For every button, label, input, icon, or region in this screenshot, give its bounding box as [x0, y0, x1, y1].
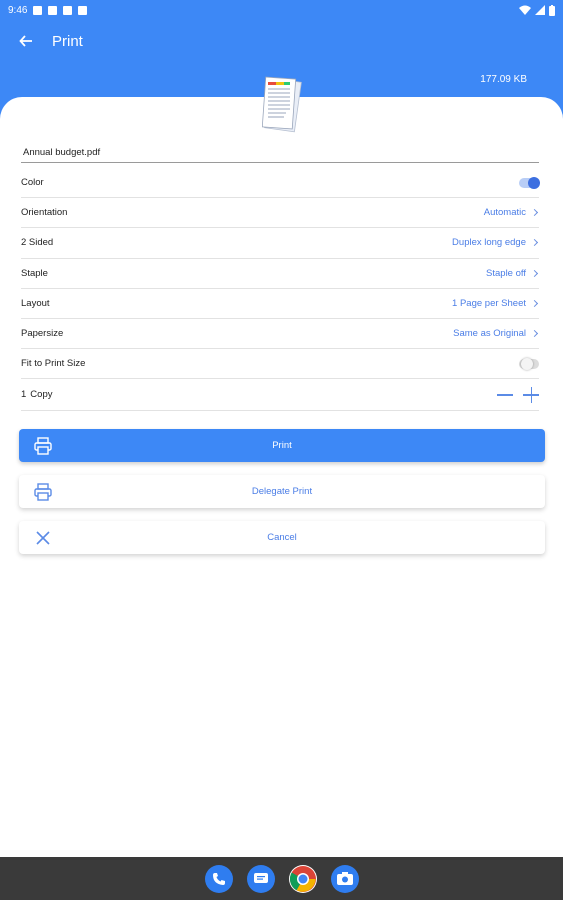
printer-icon: [34, 483, 52, 501]
gmail-icon: [48, 5, 58, 15]
papersize-row[interactable]: Papersize Same as Original: [21, 319, 539, 350]
staple-row[interactable]: Staple Staple off: [21, 259, 539, 289]
messages-icon[interactable]: [246, 864, 275, 893]
chrome-icon[interactable]: [288, 864, 317, 893]
two-sided-row[interactable]: 2 Sided Duplex long edge: [21, 228, 539, 259]
notification-icon: [33, 5, 43, 15]
document-thumbnail: [262, 76, 302, 133]
close-icon: [36, 531, 50, 545]
wifi-icon: [519, 5, 531, 15]
orientation-row[interactable]: Orientation Automatic: [21, 198, 539, 229]
chevron-right-icon: [530, 269, 539, 277]
increment-button[interactable]: [523, 386, 539, 403]
fit-to-print-label: Fit to Print Size: [21, 358, 86, 370]
navigation-bar: [0, 857, 563, 900]
printer-icon: [34, 437, 52, 455]
two-sided-value: Duplex long edge: [452, 237, 526, 249]
chevron-right-icon: [530, 329, 539, 338]
delegate-print-label: Delegate Print: [251, 486, 313, 497]
color-toggle[interactable]: [519, 176, 540, 189]
copy-label: Copy: [30, 389, 53, 401]
file-size: 177.09 KB: [480, 74, 527, 85]
arrow-left-icon: [19, 35, 32, 47]
file-name-field[interactable]: Annual budget.pdf: [21, 147, 539, 163]
toggle-knob: [528, 176, 540, 189]
fit-to-print-toggle[interactable]: [519, 357, 539, 370]
print-button[interactable]: Print: [19, 429, 545, 462]
back-button[interactable]: [0, 20, 52, 62]
battery-icon: [549, 4, 555, 16]
toggle-knob: [521, 357, 533, 370]
fit-to-print-row[interactable]: Fit to Print Size: [21, 349, 539, 380]
orientation-label: Orientation: [21, 207, 68, 219]
status-bar: 9:46: [0, 0, 563, 20]
print-label: Print: [272, 440, 292, 451]
copies-row: 1 Copy: [21, 379, 539, 412]
status-time: 9:46: [8, 4, 28, 16]
color-row[interactable]: Color: [21, 168, 540, 199]
staple-label: Staple: [21, 267, 48, 279]
copies-stepper: [497, 386, 539, 403]
staple-value: Staple off: [486, 267, 526, 279]
copy-count: 1: [21, 389, 27, 401]
orientation-value: Automatic: [483, 207, 526, 219]
papersize-value: Same as Original: [453, 328, 526, 340]
page-title: Print: [52, 32, 83, 50]
shield-icon: [63, 5, 73, 15]
print-settings-list: Color Orientation Automatic 2 Sided Dupl…: [21, 168, 540, 412]
chevron-right-icon: [530, 209, 539, 217]
phone-icon[interactable]: [204, 864, 233, 893]
delegate-print-button[interactable]: Delegate Print: [19, 475, 545, 508]
signal-icon: [535, 5, 545, 15]
layout-label: Layout: [21, 297, 50, 309]
chevron-right-icon: [530, 299, 539, 307]
two-sided-label: 2 Sided: [21, 237, 54, 249]
cancel-button[interactable]: Cancel: [19, 521, 545, 554]
chevron-right-icon: [530, 239, 539, 247]
layout-value: 1 Page per Sheet: [452, 297, 526, 309]
camera-icon[interactable]: [330, 864, 359, 893]
decrement-button[interactable]: [497, 387, 513, 403]
app-bar: Print: [0, 20, 563, 62]
color-label: Color: [21, 177, 44, 189]
layout-row[interactable]: Layout 1 Page per Sheet: [21, 289, 539, 319]
sd-card-icon: [78, 5, 88, 15]
papersize-label: Papersize: [21, 328, 64, 340]
cancel-label: Cancel: [267, 532, 297, 543]
